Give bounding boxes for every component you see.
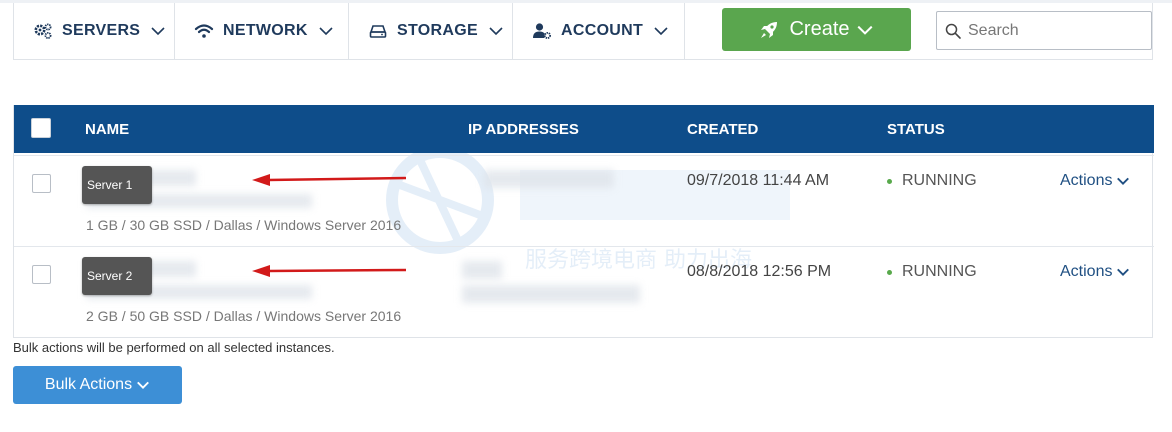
chevron-down-icon xyxy=(1117,268,1130,276)
created-date: 08/8/2018 12:56 PM xyxy=(687,263,832,280)
running-status-dot xyxy=(887,178,892,184)
redacted-ip-address xyxy=(462,261,502,279)
column-header-created[interactable]: CREATED xyxy=(687,121,758,138)
chevron-down-icon xyxy=(654,27,668,36)
created-date: 09/7/2018 11:44 AM xyxy=(687,172,830,189)
nav-account-label: ACCOUNT xyxy=(561,22,644,39)
chevron-down-icon xyxy=(151,27,165,36)
row-checkbox[interactable] xyxy=(32,174,51,193)
redacted-ip-address xyxy=(462,285,640,303)
chevron-down-icon xyxy=(137,381,150,389)
server-name-label[interactable]: Server 2 xyxy=(82,257,152,295)
status-badge: RUNNING xyxy=(887,263,977,281)
create-button[interactable]: Create xyxy=(722,8,911,51)
annotation-arrow xyxy=(252,265,407,277)
status-text: RUNNING xyxy=(902,263,977,280)
hard-drive-icon xyxy=(368,21,388,41)
nav-network[interactable]: NETWORK xyxy=(194,3,334,59)
nav-network-label: NETWORK xyxy=(223,22,308,39)
nav-divider xyxy=(348,3,349,59)
search-box[interactable] xyxy=(936,11,1152,50)
user-cog-icon xyxy=(532,21,552,41)
status-badge: RUNNING xyxy=(887,172,977,190)
gears-icon xyxy=(33,21,53,41)
nav-divider xyxy=(684,3,685,59)
bulk-actions-label: Bulk Actions xyxy=(44,376,133,393)
row-checkbox[interactable] xyxy=(32,265,51,284)
nav-divider xyxy=(174,3,175,59)
nav-servers-label: SERVERS xyxy=(62,22,141,39)
column-header-status[interactable]: STATUS xyxy=(887,121,945,138)
column-header-name[interactable]: NAME xyxy=(85,121,129,138)
rocket-icon xyxy=(761,21,778,38)
annotation-arrow xyxy=(252,174,407,186)
column-header-ip[interactable]: IP ADDRESSES xyxy=(468,121,579,138)
actions-label: Actions xyxy=(1060,263,1113,280)
nav-divider xyxy=(512,3,513,59)
row-actions-dropdown[interactable]: Actions xyxy=(1060,172,1130,190)
search-input[interactable] xyxy=(968,21,1138,40)
chevron-down-icon xyxy=(319,27,333,36)
nav-servers[interactable]: SERVERS xyxy=(33,3,166,59)
actions-label: Actions xyxy=(1060,172,1113,189)
nav-account[interactable]: ACCOUNT xyxy=(532,3,669,59)
server-name-label[interactable]: Server 1 xyxy=(82,166,152,204)
chevron-down-icon xyxy=(1117,177,1130,185)
instances-table: NAME IP ADDRESSES CREATED STATUS Server … xyxy=(13,105,1154,338)
status-text: RUNNING xyxy=(902,172,977,189)
server-specs: 1 GB / 30 GB SSD / Dallas / Windows Serv… xyxy=(86,217,402,233)
running-status-dot xyxy=(887,269,892,275)
nav-storage[interactable]: STORAGE xyxy=(368,3,504,59)
bulk-actions-hint: Bulk actions will be performed on all se… xyxy=(13,340,335,355)
table-row: Server 2 2 GB / 50 GB SSD / Dallas / Win… xyxy=(14,246,1154,337)
nav-storage-label: STORAGE xyxy=(397,22,478,39)
chevron-down-icon xyxy=(489,27,503,36)
row-actions-dropdown[interactable]: Actions xyxy=(1060,263,1130,281)
search-icon xyxy=(945,23,961,39)
chevron-down-icon xyxy=(857,25,872,35)
select-all-checkbox[interactable] xyxy=(31,118,51,138)
server-specs: 2 GB / 50 GB SSD / Dallas / Windows Serv… xyxy=(86,308,402,324)
table-header: NAME IP ADDRESSES CREATED STATUS xyxy=(14,105,1154,153)
redacted-ip-address xyxy=(484,170,614,188)
bulk-actions-button[interactable]: Bulk Actions xyxy=(13,366,182,404)
create-button-label: Create xyxy=(789,18,850,40)
wifi-icon xyxy=(194,21,214,41)
table-row: Server 1 1 GB / 30 GB SSD / Dallas / Win… xyxy=(14,155,1154,246)
